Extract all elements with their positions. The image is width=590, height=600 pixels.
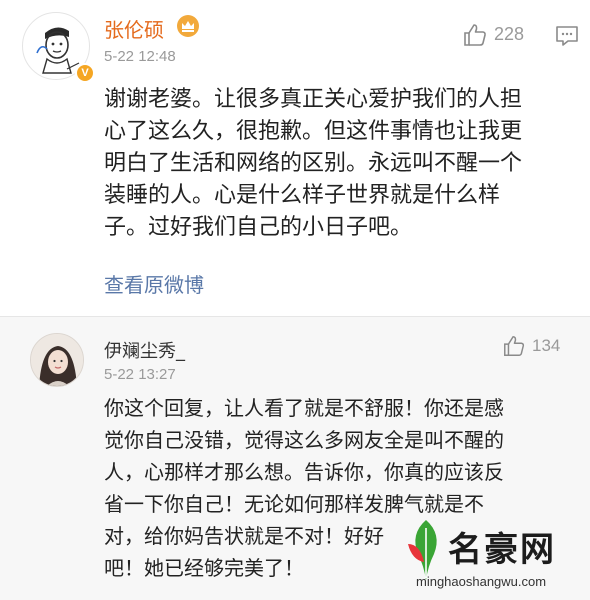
comment-line: 谢谢老婆。让很多真正关心爱护我们的人担 xyxy=(104,87,523,112)
view-original-post-link[interactable]: 查看原微博 xyxy=(104,269,204,298)
comment-line: 装睡的人。心是什么样子世界就是什么样 xyxy=(104,183,501,208)
comment-author-name[interactable]: 张伦硕 xyxy=(104,14,164,43)
comment-author-name[interactable]: 伊斓尘秀_ xyxy=(104,337,185,363)
main-comment-card: V 张伦硕 5-22 12:48 228 谢谢老婆。让很多真正关心爱护我们的人担… xyxy=(0,0,590,315)
crown-icon xyxy=(177,15,199,37)
thumbs-up-icon[interactable] xyxy=(502,334,526,358)
watermark-url: minghaoshangwu.com xyxy=(416,574,547,589)
watermark-title: 名豪网 xyxy=(448,530,556,570)
user-photo-avatar-icon xyxy=(31,334,83,386)
thumbs-up-icon[interactable] xyxy=(462,22,488,48)
comment-line: 人，心那样才那么想。告诉你，你真的应该反 xyxy=(104,460,504,484)
avatar[interactable] xyxy=(30,333,84,387)
comment-line: 子。过好我们自己的小日子吧。 xyxy=(104,215,413,240)
verified-badge-icon: V xyxy=(75,63,95,83)
comment-icon[interactable] xyxy=(555,25,579,47)
comment-timestamp: 5-22 13:27 xyxy=(104,366,176,383)
avatar[interactable]: V xyxy=(22,12,95,83)
comment-line: 觉你自己没错，觉得这么多网友全是叫不醒的 xyxy=(104,428,504,452)
like-count: 228 xyxy=(494,24,525,44)
comment-line: 你这个回复，让人看了就是不舒服！你还是感 xyxy=(104,396,504,420)
comment-line: 明白了生活和网络的区别。永远叫不醒一个 xyxy=(104,151,523,176)
comment-line: 心了这么久，很抱歉。但这件事情也让我更 xyxy=(104,119,523,144)
like-count: 134 xyxy=(532,336,561,355)
comment-timestamp: 5-22 12:48 xyxy=(104,48,176,65)
site-watermark: 名豪网 minghaoshangwu.com xyxy=(398,514,588,598)
comment-body: 谢谢老婆。让很多真正关心爱护我们的人担 心了这么久，很抱歉。但这件事情也让我更 … xyxy=(104,84,574,244)
